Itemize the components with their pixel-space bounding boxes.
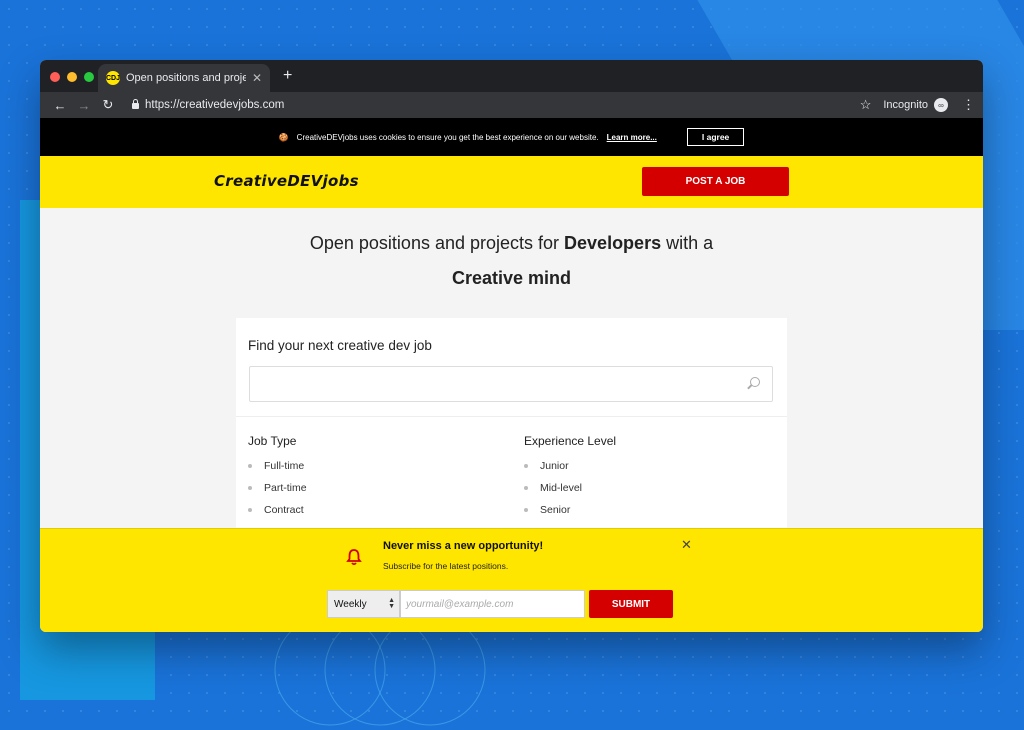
hero-bold-1: Developers — [564, 233, 662, 253]
newsletter-subtitle: Subscribe for the latest positions. — [383, 561, 509, 571]
forward-icon[interactable]: → — [72, 98, 96, 113]
favicon-icon: CDJ — [106, 71, 120, 85]
cookie-text: CreativeDEVjobs uses cookies to ensure y… — [296, 132, 599, 142]
search-input[interactable] — [249, 366, 773, 402]
filter-senior[interactable]: Senior — [524, 504, 616, 516]
job-type-heading: Job Type — [248, 434, 297, 448]
browser-tab[interactable]: CDJ Open positions and projects fo ✕ — [98, 64, 270, 92]
filter-full-time[interactable]: Full-time — [248, 460, 307, 472]
agree-button[interactable]: I agree — [686, 128, 745, 146]
select-caret-icon: ▲ ▼ — [388, 597, 395, 610]
filter-part-time[interactable]: Part-time — [248, 482, 307, 494]
url-text: https://creativedevjobs.com — [145, 99, 285, 111]
newsletter-bar: Never miss a new opportunity! Subscribe … — [40, 528, 983, 632]
search-title: Find your next creative dev job — [248, 338, 432, 353]
minimize-window-button[interactable] — [67, 72, 77, 82]
close-tab-icon[interactable]: ✕ — [252, 71, 262, 85]
search-card: Find your next creative dev job Job Type… — [236, 318, 787, 538]
tab-title: Open positions and projects fo — [126, 72, 246, 84]
main-content: Open positions and projects for Develope… — [40, 208, 983, 632]
filter-mid-level[interactable]: Mid-level — [524, 482, 616, 494]
card-divider — [236, 416, 787, 417]
new-tab-icon[interactable]: + — [283, 67, 292, 85]
back-icon[interactable]: ← — [48, 98, 72, 113]
maximize-window-button[interactable] — [84, 72, 94, 82]
cookie-icon: 🍪 — [278, 132, 289, 142]
learn-more-link[interactable]: Learn more... — [607, 133, 657, 142]
frequency-value: Weekly — [334, 598, 367, 610]
menu-kebab-icon[interactable]: ⋮ — [962, 97, 975, 113]
hero-heading: Open positions and projects for Develope… — [40, 226, 983, 296]
post-job-button[interactable]: POST A JOB — [642, 167, 789, 196]
bell-icon — [346, 549, 362, 566]
hero-text-1: Open positions and projects for — [309, 233, 565, 253]
frequency-select[interactable]: Weekly ▲ ▼ — [327, 590, 400, 618]
tab-bar: CDJ Open positions and projects fo ✕ + — [40, 60, 983, 92]
incognito-indicator[interactable]: Incognito ∞ — [883, 98, 948, 112]
email-field[interactable]: yourmail@example.com — [400, 590, 585, 618]
experience-filter: Experience Level Junior Mid-level Senior — [524, 434, 616, 526]
incognito-icon: ∞ — [934, 98, 948, 112]
job-type-filter: Job Type Full-time Part-time Contract — [248, 434, 307, 526]
close-window-button[interactable] — [50, 72, 60, 82]
browser-window: CDJ Open positions and projects fo ✕ + ←… — [40, 60, 983, 632]
filter-contract[interactable]: Contract — [248, 504, 307, 516]
site-header: CreativeDEVjobs POST A JOB — [40, 156, 983, 208]
lock-icon — [132, 99, 139, 109]
site-logo[interactable]: CreativeDEVjobs — [214, 172, 359, 190]
hero-text-2: with a — [661, 233, 714, 253]
experience-heading: Experience Level — [524, 434, 617, 448]
newsletter-title: Never miss a new opportunity! — [383, 540, 544, 552]
hero-bold-2: Creative mind — [451, 268, 572, 288]
browser-toolbar: ← → ↻ https://creativedevjobs.com ☆ Inco… — [40, 92, 983, 118]
submit-button[interactable]: SUBMIT — [589, 590, 673, 618]
bookmark-star-icon[interactable]: ☆ — [860, 97, 872, 113]
reload-icon[interactable]: ↻ — [96, 97, 120, 113]
window-controls — [50, 72, 94, 82]
cookie-banner: 🍪 CreativeDEVjobs uses cookies to ensure… — [40, 118, 983, 156]
incognito-label: Incognito — [883, 99, 928, 111]
close-icon[interactable]: ✕ — [681, 537, 692, 553]
filter-junior[interactable]: Junior — [524, 460, 616, 472]
search-icon[interactable] — [750, 377, 760, 387]
address-bar[interactable]: https://creativedevjobs.com — [132, 99, 860, 111]
